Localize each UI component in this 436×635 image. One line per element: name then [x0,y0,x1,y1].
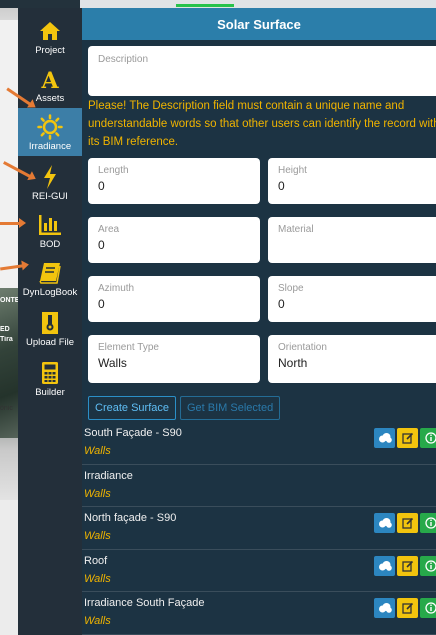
slope-field[interactable]: Slope 0 [268,276,436,322]
field-label: Azimuth [98,283,135,294]
field-value: 0 [278,179,285,193]
item-name: Roof [84,554,108,567]
edit-icon[interactable] [397,598,418,618]
item-name: North façade - S90 [84,512,177,524]
info-icon[interactable] [420,555,436,576]
map-label: ónic [0,405,13,412]
field-label: Slope [278,283,304,294]
nav-item-rei-gui[interactable]: REI-GUI [18,158,82,206]
active-tab-indicator [176,4,234,7]
nav-label: Builder [35,387,65,398]
field-label: Element Type [98,342,159,353]
list-item[interactable]: Irradiance South Façade Walls [82,592,436,635]
azimuth-field[interactable]: Azimuth 0 [88,276,260,322]
create-surface-button[interactable]: Create Surface [88,396,176,420]
lightning-icon [42,165,58,189]
cloud-icon[interactable] [374,428,395,448]
list-item[interactable]: South Façade - S90 Walls [82,422,436,465]
orientation-select[interactable]: Orientation North [268,335,436,383]
edit-icon[interactable] [397,513,418,533]
info-icon[interactable] [420,513,436,533]
nav-label: BOD [39,239,61,250]
item-name: South Façade - S90 [84,427,182,439]
field-label: Area [98,224,120,235]
nav-item-irradiance[interactable]: Irradiance [18,108,82,156]
nav-label: Assets [35,93,65,104]
row-actions [374,513,436,533]
field-value: North [278,356,308,370]
surface-list: South Façade - S90 Walls Irradiance Wall… [82,422,436,635]
map-label: ONTE [0,297,20,304]
sun-icon [37,114,63,140]
field-value: 0 [98,297,105,311]
item-type: Walls [84,615,111,627]
row-actions [374,598,436,618]
upload-file-icon [41,311,59,335]
list-item[interactable]: North façade - S90 Walls [82,507,436,550]
top-bar [0,0,80,8]
length-field[interactable]: Length 0 [88,158,260,204]
list-item[interactable]: Roof Walls [82,550,436,592]
action-buttons: Create Surface Get BIM Selected [88,396,281,420]
field-label: Material [278,224,314,235]
top-strip [80,0,436,8]
get-bim-selected-button[interactable]: Get BIM Selected [179,396,281,420]
edit-icon[interactable] [397,428,418,448]
nav-item-project[interactable]: Project [18,12,82,60]
nav-label: Upload File [25,337,75,348]
letter-a-icon: A [39,67,61,91]
cloud-icon[interactable] [374,513,395,533]
background-white-area [0,20,20,290]
map-label: ED [0,326,10,333]
material-field[interactable]: Material [268,217,436,263]
height-field[interactable]: Height 0 [268,158,436,204]
field-label: Description [98,54,149,65]
svg-text:A: A [40,68,59,90]
nav-label: REI-GUI [32,191,68,202]
item-name: Irradiance South Façade [84,597,205,609]
row-actions [374,428,436,448]
solar-surface-panel: Solar Surface Description Please! The De… [82,8,436,635]
list-item[interactable]: Irradiance Walls [82,465,436,507]
nav-label: DynLogBook [22,287,78,298]
edit-icon[interactable] [397,555,418,576]
nav-label: Project [35,45,65,56]
info-icon[interactable] [420,598,436,618]
book-icon [39,261,61,285]
nav-label: Irradiance [28,141,72,152]
cloud-icon[interactable] [374,555,395,576]
field-value: 0 [98,238,105,252]
item-type: Walls [84,487,111,500]
annotation-arrow [0,218,26,228]
field-label: Length [98,165,129,176]
row-actions [374,555,436,576]
field-value: Walls [98,356,127,370]
map-image [0,288,20,438]
field-label: Height [278,165,307,176]
field-value: 0 [98,179,105,193]
calculator-icon [41,361,59,385]
description-field[interactable]: Description [88,46,436,96]
map-label: Tira [0,336,13,343]
nav-item-builder[interactable]: Builder [18,354,82,402]
area-field[interactable]: Area 0 [88,217,260,263]
info-icon[interactable] [420,428,436,448]
item-type: Walls [84,530,111,542]
panel-title: Solar Surface [82,8,436,40]
description-warning: Please! The Description field must conta… [88,100,436,148]
field-value: 0 [278,297,285,311]
item-name: Irradiance [84,469,133,482]
field-label: Orientation [278,342,327,353]
item-type: Walls [84,445,111,457]
bar-chart-icon [38,213,62,237]
cloud-icon[interactable] [374,598,395,618]
nav-item-bod[interactable]: BOD [18,206,82,254]
item-type: Walls [84,572,111,585]
nav-item-upload-file[interactable]: Upload File [18,304,82,352]
element-type-select[interactable]: Element Type Walls [88,335,260,383]
home-icon [39,19,61,43]
